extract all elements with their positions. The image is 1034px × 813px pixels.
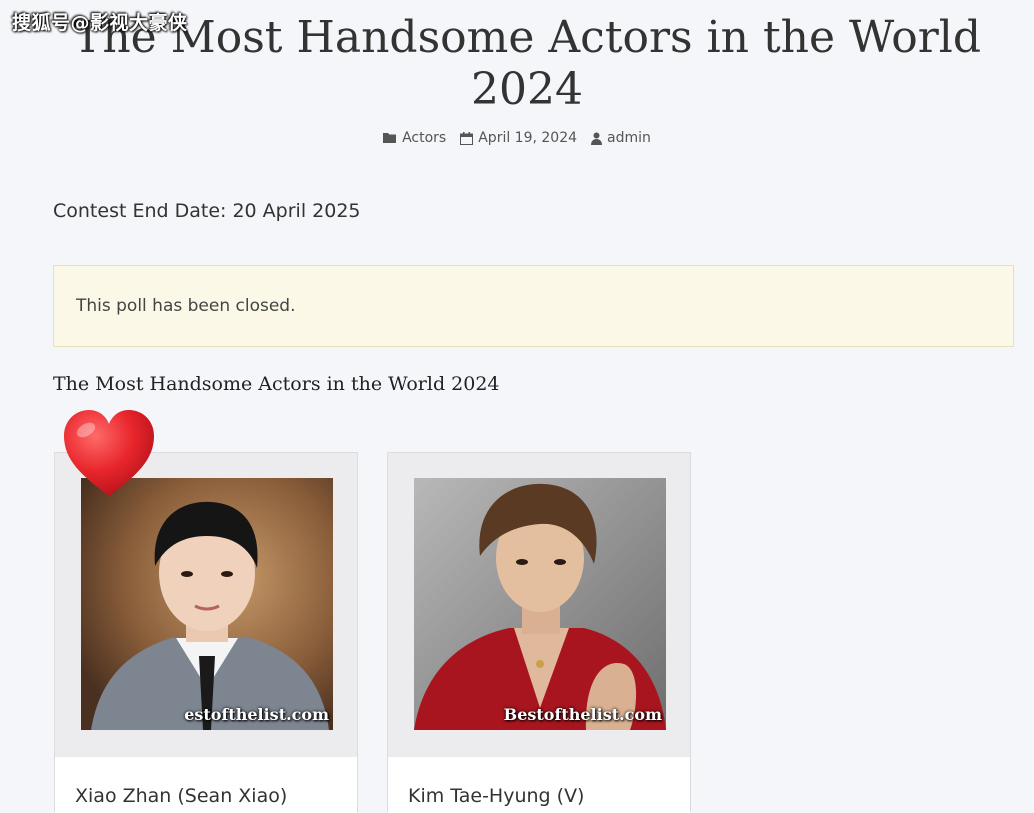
candidate-photo[interactable]: Bestofthelist.com <box>414 478 666 730</box>
photo-credit: estofthelist.com <box>184 705 329 724</box>
poll-closed-text: This poll has been closed. <box>76 296 296 316</box>
candidate-name: Kim Tae-Hyung (V) <box>388 757 690 813</box>
heart-icon <box>62 408 156 504</box>
candidate-card[interactable]: Bestofthelist.com Kim Tae-Hyung (V) <box>387 452 691 813</box>
meta-date[interactable]: April 19, 2024 <box>460 130 577 146</box>
contest-end-date: Contest End Date: 20 April 2025 <box>53 200 361 222</box>
calendar-icon <box>460 131 474 145</box>
folder-icon <box>383 132 397 144</box>
user-icon <box>591 132 603 145</box>
photo-credit: Bestofthelist.com <box>503 705 662 724</box>
meta-category[interactable]: Actors <box>383 130 446 146</box>
candidate-card[interactable]: estofthelist.com Xiao Zhan (Sean Xiao) <box>54 452 358 813</box>
watermark: 搜狐号@影视大豪侠 <box>12 12 188 34</box>
post-meta: Actors April 19, 2024 admin <box>0 130 1034 146</box>
poll-heading: The Most Handsome Actors in the World 20… <box>53 373 500 395</box>
candidate-photo[interactable]: estofthelist.com <box>81 478 333 730</box>
poll-closed-notice: This poll has been closed. <box>53 265 1014 347</box>
meta-category-label[interactable]: Actors <box>402 130 446 146</box>
meta-author[interactable]: admin <box>591 130 651 146</box>
meta-date-label[interactable]: April 19, 2024 <box>478 130 577 146</box>
meta-author-label[interactable]: admin <box>607 130 651 146</box>
candidate-name: Xiao Zhan (Sean Xiao) <box>55 757 357 813</box>
